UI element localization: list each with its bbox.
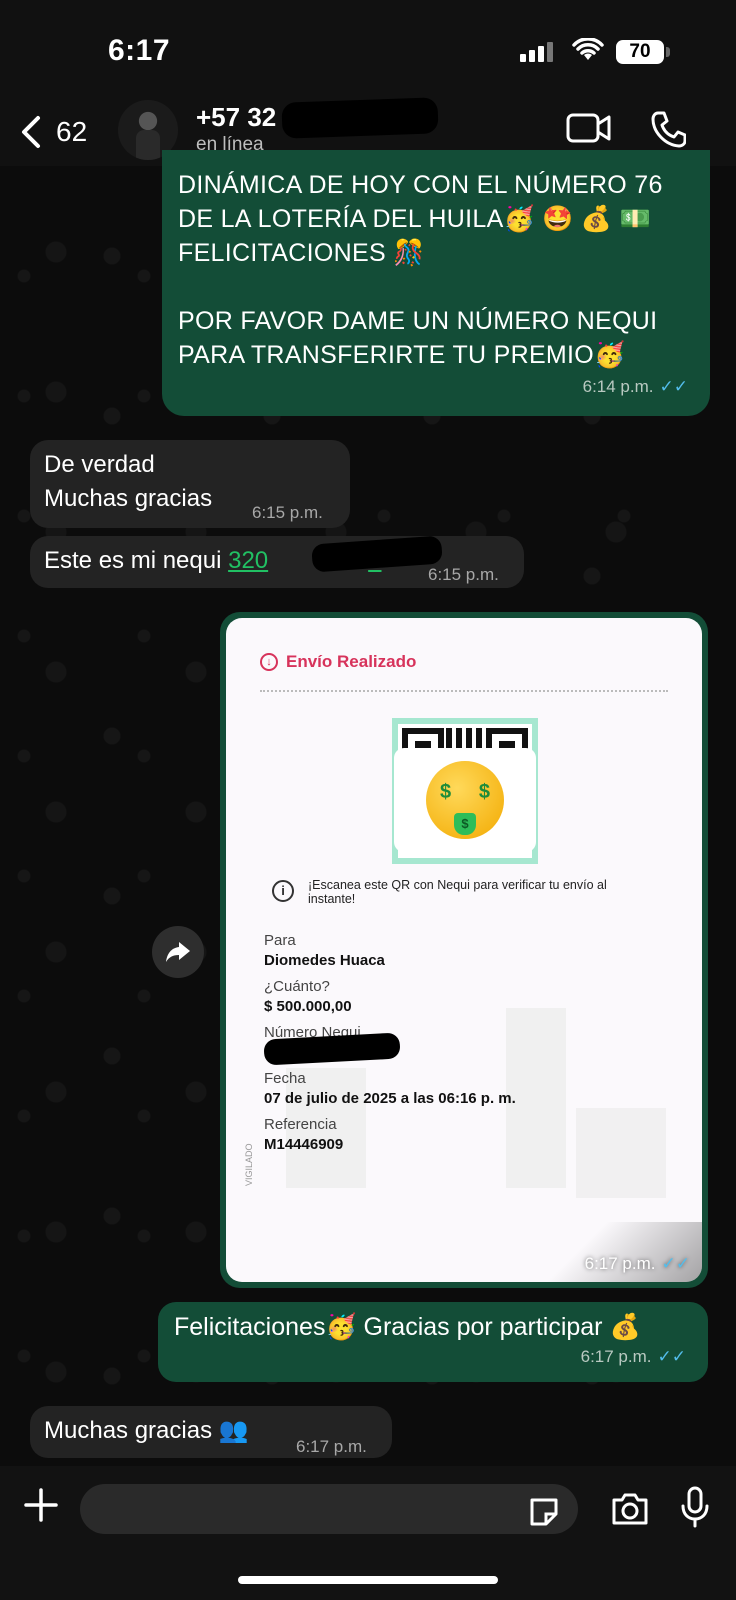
cuanto-label: ¿Cuánto? [264, 978, 330, 995]
wifi-icon [572, 37, 604, 67]
message-line: DINÁMICA DE HOY CON EL NÚMERO 76 [178, 171, 663, 199]
arrow-down-circle-icon: ↓ [260, 653, 278, 671]
forward-button[interactable] [152, 926, 204, 978]
battery-icon: 70 [616, 40, 670, 64]
money-mouth-emoji-sticker: $ $ $ [394, 748, 536, 852]
plus-icon[interactable] [22, 1486, 60, 1524]
unread-count: 62 [56, 116, 88, 147]
video-call-icon[interactable] [566, 112, 612, 149]
message-prefix: Este es mi nequi [44, 547, 229, 574]
receipt-image[interactable]: ↓ Envío Realizado $ $ $ i ¡Escanea este Q… [226, 618, 702, 1282]
message-time: 6:14 p.m. [582, 377, 654, 396]
read-ticks-icon: ✓✓ [661, 1254, 691, 1273]
message-bubble-outgoing[interactable]: Felicitaciones🥳 Gracias por participar 💰… [158, 1302, 708, 1382]
message-meta: 6:17 p.m. ✓✓ [585, 1254, 690, 1274]
receipt-title-text: Envío Realizado [286, 652, 417, 671]
money-mouth-face-icon: $ $ $ [426, 761, 504, 839]
info-icon: i [272, 880, 294, 902]
home-indicator[interactable] [238, 1576, 498, 1584]
message-time: 6:15 p.m. [252, 503, 323, 522]
read-ticks-icon: ✓✓ [657, 1347, 687, 1366]
message-line: PARA TRANSFERIRTE TU PREMIO🥳 [178, 341, 626, 369]
message-meta: 6:17 p.m. ✓✓ [581, 1340, 686, 1374]
phone-number-visible: 320 [228, 547, 269, 574]
microphone-icon[interactable] [680, 1486, 710, 1533]
message-line: DE LA LOTERÍA DEL HUILA🥳 🤩 💰 💵 [178, 205, 651, 233]
referencia-value: M14446909 [264, 1136, 344, 1153]
message-bubble-outgoing[interactable]: DINÁMICA DE HOY CON EL NÚMERO 76 DE LA L… [162, 150, 710, 416]
contact-name[interactable]: +57 32 [196, 102, 276, 133]
referencia-label: Referencia [264, 1116, 337, 1133]
camera-icon[interactable] [610, 1492, 650, 1531]
cuanto-value: $ 500.000,00 [264, 998, 352, 1015]
back-button[interactable]: 62 [20, 112, 87, 152]
phone-call-icon[interactable] [650, 110, 687, 153]
message-bubble-incoming[interactable]: Este es mi nequi 3205 6:15 p.m. [30, 535, 524, 588]
message-meta: 6:14 p.m. ✓✓ [583, 370, 688, 404]
message-text: Felicitaciones🥳 Gracias por participar 💰 [174, 1313, 641, 1341]
redaction-mark [311, 535, 443, 573]
para-value: Diomedes Huaca [264, 952, 385, 969]
message-line: POR FAVOR DAME UN NÚMERO NEQUI [178, 307, 658, 335]
message-line: FELICITACIONES 🎊 [178, 239, 425, 267]
fecha-value: 07 de julio de 2025 a las 06:16 p. m. [264, 1090, 516, 1107]
message-line: Muchas gracias [44, 485, 213, 512]
message-time: 6:15 p.m. [428, 565, 499, 584]
message-input[interactable] [80, 1484, 578, 1534]
signal-icon [520, 42, 556, 62]
sticker-icon[interactable] [528, 1496, 560, 1533]
divider [260, 690, 668, 692]
message-bubble-incoming[interactable]: Muchas gracias 👥 6:17 p.m. [30, 1406, 392, 1458]
para-label: Para [264, 932, 296, 949]
receipt-title: ↓ Envío Realizado [260, 652, 416, 672]
chevron-left-icon [22, 116, 40, 148]
redaction-mark [281, 97, 439, 139]
image-message[interactable]: ↓ Envío Realizado $ $ $ i ¡Escanea este Q… [220, 612, 708, 1288]
message-text: Muchas gracias 👥 [44, 1417, 249, 1444]
message-time: 6:17 p.m. [584, 1254, 656, 1273]
status-bar: 6:17 70 [0, 0, 736, 100]
clock: 6:17 [108, 34, 171, 67]
fecha-label: Fecha [264, 1070, 306, 1087]
message-line: De verdad [44, 451, 155, 478]
message-time: 6:17 p.m. [296, 1437, 367, 1456]
vigilado-label: VIGILADO [244, 1143, 254, 1186]
scan-info: i ¡Escanea este QR con Nequi para verifi… [272, 878, 628, 906]
qr-pattern [446, 728, 486, 748]
forward-icon [166, 942, 190, 962]
message-time: 6:17 p.m. [580, 1347, 652, 1366]
scan-info-text: ¡Escanea este QR con Nequi para verifica… [308, 878, 607, 906]
read-ticks-icon: ✓✓ [659, 377, 689, 396]
message-bubble-incoming[interactable]: De verdad Muchas gracias 6:15 p.m. [30, 440, 350, 528]
